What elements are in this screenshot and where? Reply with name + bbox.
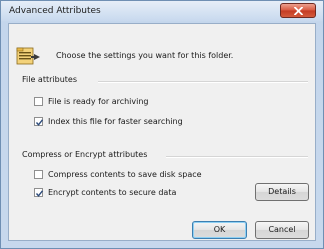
checkmark-icon [35, 119, 44, 126]
checkmark-icon [35, 190, 44, 197]
close-icon [294, 7, 303, 15]
archive-checkbox[interactable] [34, 97, 43, 106]
window-title: Advanced Attributes [9, 6, 101, 16]
compress-encrypt-divider [166, 156, 308, 158]
title-bar[interactable]: Advanced Attributes [1, 1, 323, 21]
encrypt-label[interactable]: Encrypt contents to secure data [48, 188, 176, 197]
compress-encrypt-heading: Compress or Encrypt attributes [22, 150, 148, 159]
compress-checkbox[interactable] [34, 170, 43, 179]
close-button[interactable] [280, 3, 316, 18]
intro-text: Choose the settings you want for this fo… [56, 51, 234, 60]
ok-button[interactable]: OK [192, 221, 247, 239]
file-attributes-heading: File attributes [22, 75, 77, 84]
compress-label[interactable]: Compress contents to save disk space [48, 170, 202, 179]
index-checkbox[interactable] [34, 117, 44, 126]
archive-label[interactable]: File is ready for archiving [48, 97, 149, 106]
file-attributes-divider [98, 81, 308, 83]
index-label[interactable]: Index this file for faster searching [48, 117, 183, 126]
encrypt-checkbox[interactable] [34, 188, 44, 197]
folder-settings-icon [16, 47, 40, 65]
cancel-button[interactable]: Cancel [255, 221, 309, 239]
details-button[interactable]: Details [255, 183, 309, 201]
